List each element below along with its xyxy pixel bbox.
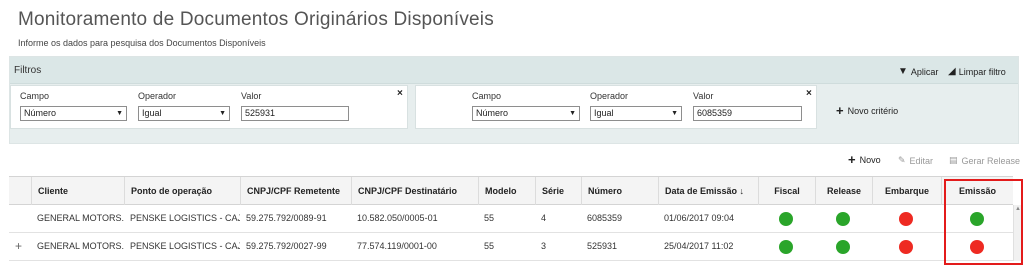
cell-serie: 4 <box>541 213 547 223</box>
col-header-data[interactable]: Data de Emissão ↓ <box>658 177 758 205</box>
value-label: Valor <box>241 91 262 101</box>
cell-cliente: GENERAL MOTORS... <box>37 213 124 223</box>
value-input-text: 6085359 <box>697 108 733 118</box>
filter-group-1: Campo Operador Valor Número ▼ Igual ▼ 52… <box>10 85 408 129</box>
status-embarque-red-icon <box>899 240 913 254</box>
caret-down-icon: ▼ <box>671 110 678 117</box>
col-header-remetente[interactable]: CNPJ/CPF Remetente <box>240 177 351 205</box>
col-header-modelo[interactable]: Modelo <box>478 177 535 205</box>
page-title: Monitoramento de Documentos Originários … <box>18 9 494 30</box>
generate-release-label: Gerar Release <box>961 155 1021 166</box>
field-select-value: Número <box>476 108 509 118</box>
filter-header: Filtros ▼ Aplicar ◢ Limpar filtro <box>10 57 1018 84</box>
value-input[interactable]: 6085359 <box>693 106 802 121</box>
table-header: Cliente Ponto de operação CNPJ/CPF Remet… <box>9 176 1013 205</box>
field-select[interactable]: Número ▼ <box>472 106 580 121</box>
table-row[interactable]: GENERAL MOTORS... PENSKE LOGISTICS - CAJ.… <box>9 205 1013 233</box>
status-embarque-red-icon <box>899 212 913 226</box>
cell-data: 25/04/2017 11:02 <box>664 241 734 251</box>
generate-release-button[interactable]: ▤ Gerar Release <box>949 155 1020 166</box>
caret-down-icon: ▼ <box>569 110 576 117</box>
cell-numero: 525931 <box>587 241 618 251</box>
status-emissao-red-icon <box>970 240 984 254</box>
apply-filter-button[interactable]: ▼ Aplicar <box>898 66 938 77</box>
new-criteria-label: Novo critério <box>847 106 899 116</box>
status-release-green-icon <box>836 240 850 254</box>
operator-select-value: Igual <box>142 108 162 118</box>
col-header-destinatario[interactable]: CNPJ/CPF Destinatário <box>351 177 478 205</box>
col-header-numero[interactable]: Número <box>581 177 658 205</box>
cell-modelo: 55 <box>484 241 495 251</box>
cell-cliente: GENERAL MOTORS... <box>37 241 124 251</box>
plus-icon: + <box>848 152 856 167</box>
cell-destinatario: 77.574.119/0001-00 <box>357 241 437 251</box>
col-header-embarque[interactable]: Embarque <box>872 177 941 205</box>
eraser-icon: ◢ <box>948 66 956 77</box>
operator-select[interactable]: Igual ▼ <box>138 106 230 121</box>
new-button[interactable]: + Novo <box>848 152 881 167</box>
scroll-up-icon[interactable]: ▲ <box>1015 206 1021 212</box>
caret-down-icon: ▼ <box>219 110 226 117</box>
operator-select[interactable]: Igual ▼ <box>590 106 682 121</box>
apply-filter-label: Aplicar <box>910 66 939 77</box>
pencil-icon: ✎ <box>898 155 906 165</box>
filter-header-label: Filtros <box>14 65 42 76</box>
field-label: Campo <box>472 91 502 101</box>
value-label: Valor <box>693 91 714 101</box>
clear-filter-button[interactable]: ◢ Limpar filtro <box>948 66 1006 77</box>
col-header-emissao[interactable]: Emissão <box>941 177 1013 205</box>
funnel-icon: ▼ <box>898 66 908 77</box>
cell-ponto: PENSKE LOGISTICS - CAJ... <box>130 213 240 223</box>
edit-button[interactable]: ✎ Editar <box>898 155 933 166</box>
status-fiscal-green-icon <box>779 240 793 254</box>
field-label: Campo <box>20 91 50 101</box>
operator-label: Operador <box>590 91 629 101</box>
col-header-fiscal[interactable]: Fiscal <box>758 177 815 205</box>
clear-filter-label: Limpar filtro <box>958 66 1006 77</box>
remove-criteria-icon[interactable]: × <box>397 88 403 99</box>
new-criteria-button[interactable]: + Novo critério <box>836 103 899 118</box>
col-header-release[interactable]: Release <box>815 177 872 205</box>
table-row[interactable]: + GENERAL MOTORS... PENSKE LOGISTICS - CAJ… <box>9 233 1013 261</box>
status-release-green-icon <box>836 212 850 226</box>
caret-down-icon: ▼ <box>116 110 123 117</box>
document-icon: ▤ <box>949 155 958 165</box>
operator-label: Operador <box>138 91 177 101</box>
value-input-text: 525931 <box>245 108 276 118</box>
vertical-scrollbar[interactable]: ▲ <box>1013 205 1022 261</box>
plus-icon: + <box>836 103 844 118</box>
col-header-cliente[interactable]: Cliente <box>31 177 124 205</box>
expand-row-icon[interactable]: + <box>15 233 22 260</box>
page-subtitle: Informe os dados para pesquisa dos Docum… <box>18 38 266 48</box>
col-header-serie[interactable]: Série <box>535 177 581 205</box>
filter-group-2: Campo Operador Valor Número ▼ Igual ▼ 60… <box>415 85 817 129</box>
value-input[interactable]: 525931 <box>241 106 349 121</box>
edit-button-label: Editar <box>909 155 934 166</box>
operator-select-value: Igual <box>594 108 614 118</box>
cell-data: 01/06/2017 09:04 <box>664 213 735 223</box>
remove-criteria-icon[interactable]: × <box>806 88 812 99</box>
cell-ponto: PENSKE LOGISTICS - CAJ... <box>130 241 240 251</box>
cell-destinatario: 10.582.050/0005-01 <box>357 213 438 223</box>
sort-down-icon: ↓ <box>739 186 745 196</box>
col-header-data-label: Data de Emissão <box>665 186 738 196</box>
cell-remetente: 59.275.792/0027-99 <box>246 241 327 251</box>
cell-serie: 3 <box>541 241 547 251</box>
col-header-ponto[interactable]: Ponto de operação <box>124 177 240 205</box>
cell-numero: 6085359 <box>587 213 623 223</box>
cell-modelo: 55 <box>484 213 495 223</box>
cell-remetente: 59.275.792/0089-91 <box>246 213 327 223</box>
new-button-label: Novo <box>859 155 881 165</box>
field-select-value: Número <box>24 108 57 118</box>
status-emissao-green-icon <box>970 212 984 226</box>
status-fiscal-green-icon <box>779 212 793 226</box>
field-select[interactable]: Número ▼ <box>20 106 127 121</box>
